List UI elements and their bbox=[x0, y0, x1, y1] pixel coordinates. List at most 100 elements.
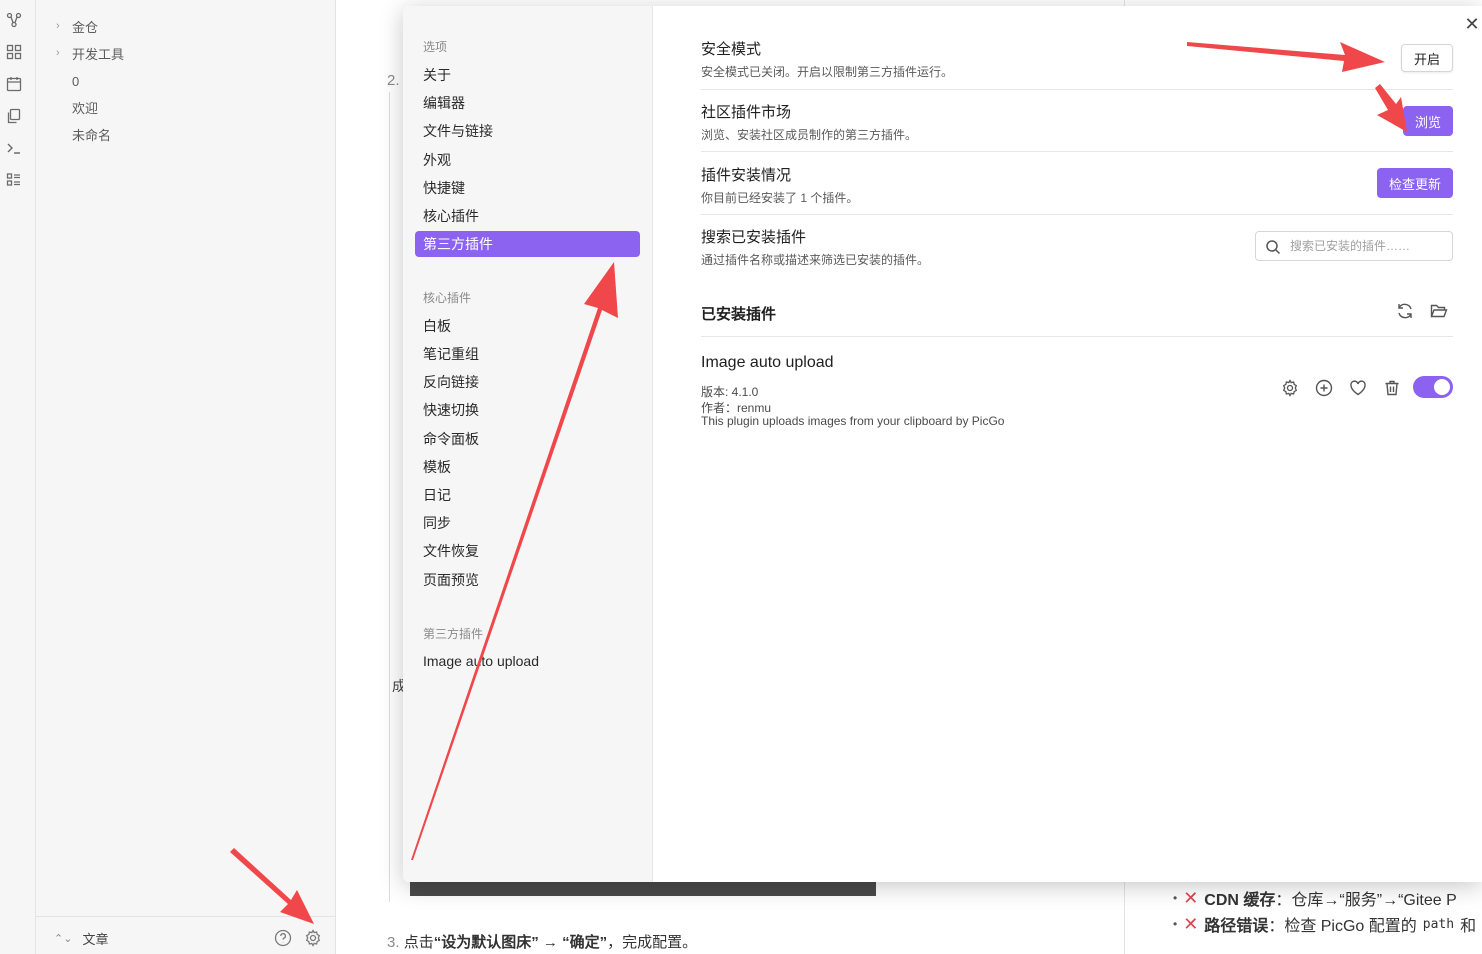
nav-item-core-plugins[interactable]: 核心插件 bbox=[423, 205, 479, 227]
nav-item-file-recovery[interactable]: 文件恢复 bbox=[423, 540, 479, 562]
text: → bbox=[538, 934, 563, 951]
list-icon[interactable] bbox=[6, 172, 22, 188]
setting-desc: 安全模式已关闭。开启以限制第三方插件运行。 bbox=[701, 65, 954, 79]
plugin-options-gear-icon[interactable] bbox=[1281, 379, 1299, 397]
list-item: • ✕ CDN 缓存 ：仓库→“服务”→“Gitee P bbox=[1173, 886, 1457, 910]
bullet: • bbox=[1173, 891, 1178, 905]
setting-name: 安全模式 bbox=[701, 41, 762, 58]
nav-item-appearance[interactable]: 外观 bbox=[423, 149, 451, 171]
left-ribbon bbox=[0, 0, 36, 954]
settings-content: 安全模式 安全模式已关闭。开启以限制第三方插件运行。 开启 社区插件市场 浏览、… bbox=[653, 6, 1482, 882]
text: 点击 bbox=[403, 934, 434, 951]
folder-open-icon[interactable] bbox=[1430, 302, 1448, 320]
explorer-footer: ⌃⌄ 文章 bbox=[36, 916, 336, 954]
setting-desc: 浏览、安装社区成员制作的第三方插件。 bbox=[701, 128, 918, 142]
chevron-right-icon: › bbox=[56, 47, 60, 59]
nav-item-daily-notes[interactable]: 日记 bbox=[423, 484, 451, 506]
search-icon bbox=[1266, 240, 1281, 255]
graph-icon[interactable] bbox=[6, 12, 22, 28]
setting-name: 插件安装情况 bbox=[701, 167, 792, 184]
bold-text: “设为默认图床” bbox=[433, 934, 539, 951]
setting-search-installed: 搜索已安装插件 通过插件名称或描述来筛选已安装的插件。 bbox=[701, 226, 1453, 276]
list-item: • ✕ 路径错误 ：检查 PicGo 配置的 path 和 bbox=[1173, 912, 1476, 936]
plugin-hotkeys-plus-icon[interactable] bbox=[1315, 379, 1333, 397]
nav-item-sync[interactable]: 同步 bbox=[423, 512, 451, 534]
tree-label: 欢迎 bbox=[72, 100, 99, 116]
setting-community-market: 社区插件市场 浏览、安装社区成员制作的第三方插件。 浏览 bbox=[701, 101, 1453, 152]
nav-item-note-composer[interactable]: 笔记重组 bbox=[423, 343, 479, 365]
canvas-icon[interactable] bbox=[6, 44, 22, 60]
cross-mark-icon: ✕ bbox=[1183, 913, 1199, 934]
plugin-description: This plugin uploads images from your cli… bbox=[701, 414, 1005, 428]
vault-switcher[interactable]: ⌃⌄ 文章 bbox=[54, 929, 108, 948]
installed-plugin-card: Image auto upload 版本: 4.1.0 作者：renmu Thi… bbox=[701, 354, 1453, 434]
tree-file[interactable]: 未命名 bbox=[72, 124, 111, 144]
text: ，完成配置。 bbox=[607, 934, 698, 951]
nav-item-backlinks[interactable]: 反向链接 bbox=[423, 371, 479, 393]
plugin-search-input[interactable] bbox=[1290, 239, 1440, 253]
plugin-version: 版本: 4.1.0 bbox=[701, 385, 759, 399]
setting-safe-mode: 安全模式 安全模式已关闭。开启以限制第三方插件运行。 开启 bbox=[701, 38, 1453, 90]
nav-item-hotkeys[interactable]: 快捷键 bbox=[423, 177, 465, 199]
nav-item-page-preview[interactable]: 页面预览 bbox=[423, 569, 479, 591]
nav-item-image-auto-upload[interactable]: Image auto upload bbox=[423, 650, 539, 672]
browse-button[interactable]: 浏览 bbox=[1402, 106, 1453, 136]
tree-label: 0 bbox=[72, 73, 80, 89]
calendar-icon[interactable] bbox=[6, 76, 22, 92]
editor-step3[interactable]: 3. 点击“设为默认图床” → “确定”，完成配置。 bbox=[387, 931, 697, 952]
image-fragment bbox=[410, 880, 876, 896]
nav-item-files-links[interactable]: 文件与链接 bbox=[423, 120, 493, 142]
chevron-right-icon: › bbox=[56, 20, 60, 32]
bold-text: 路径错误 bbox=[1204, 918, 1269, 935]
text: ：仓库→“服务”→“Gitee P bbox=[1275, 892, 1457, 909]
settings-modal: ✕ 选项 关于 编辑器 文件与链接 外观 快捷键 核心插件 第三方插件 核心插件… bbox=[403, 6, 1482, 882]
setting-desc: 通过插件名称或描述来筛选已安装的插件。 bbox=[701, 253, 930, 267]
tree-file[interactable]: 欢迎 bbox=[72, 97, 98, 117]
tree-folder[interactable]: › 金仓 bbox=[56, 16, 99, 36]
copy-icon[interactable] bbox=[6, 108, 22, 124]
safe-mode-enable-button[interactable]: 开启 bbox=[1400, 44, 1453, 72]
installed-plugins-header: 已安装插件 bbox=[701, 302, 1453, 337]
bold-text: CDN 缓存 bbox=[1204, 892, 1276, 909]
plugin-name: Image auto upload bbox=[701, 354, 834, 371]
setting-name: 社区插件市场 bbox=[701, 104, 792, 121]
setting-install-status: 插件安装情况 你目前已经安装了 1 个插件。 检查更新 bbox=[701, 164, 1453, 215]
plugin-uninstall-trash-icon[interactable] bbox=[1383, 379, 1401, 397]
nav-header-core-plugins: 核心插件 bbox=[423, 291, 472, 305]
help-icon[interactable] bbox=[274, 929, 292, 947]
chevron-updown-icon: ⌃⌄ bbox=[54, 933, 73, 945]
check-updates-button[interactable]: 检查更新 bbox=[1376, 168, 1453, 198]
plugin-enable-toggle[interactable] bbox=[1413, 376, 1453, 398]
blockquote-bar bbox=[389, 92, 390, 902]
file-explorer: › 金仓 › 开发工具 0 欢迎 未命名 ⌃⌄ 文章 bbox=[36, 0, 336, 954]
reload-icon[interactable] bbox=[1396, 302, 1414, 320]
bullet: • bbox=[1173, 917, 1178, 931]
text: ：检查 PicGo 配置的 bbox=[1268, 918, 1417, 935]
bold-text: “确定” bbox=[562, 934, 608, 951]
nav-item-about[interactable]: 关于 bbox=[423, 64, 451, 86]
nav-item-editor[interactable]: 编辑器 bbox=[423, 92, 465, 114]
settings-nav: 选项 关于 编辑器 文件与链接 外观 快捷键 核心插件 第三方插件 核心插件 白… bbox=[403, 6, 653, 882]
inline-code: path bbox=[1422, 916, 1455, 932]
plugin-donate-heart-icon[interactable] bbox=[1349, 379, 1367, 397]
tree-label: 未命名 bbox=[72, 127, 112, 143]
nav-item-templates[interactable]: 模板 bbox=[423, 456, 451, 478]
nav-item-canvas[interactable]: 白板 bbox=[423, 315, 451, 337]
nav-header-options: 选项 bbox=[423, 40, 448, 54]
list-number: 3. bbox=[387, 934, 400, 951]
nav-item-community-plugins[interactable]: 第三方插件 bbox=[415, 231, 640, 257]
list-number: 2. bbox=[387, 72, 400, 89]
section-title: 已安装插件 bbox=[701, 306, 777, 323]
tree-label: 金仓 bbox=[72, 19, 99, 35]
nav-item-quick-switcher[interactable]: 快速切换 bbox=[423, 399, 479, 421]
vault-name: 文章 bbox=[82, 932, 109, 947]
nav-item-command-palette[interactable]: 命令面板 bbox=[423, 428, 479, 450]
toggle-knob bbox=[1434, 379, 1450, 395]
tree-file[interactable]: 0 bbox=[72, 71, 79, 91]
nav-header-third-party: 第三方插件 bbox=[423, 627, 484, 641]
settings-gear-icon[interactable] bbox=[304, 929, 322, 947]
tree-folder[interactable]: › 开发工具 bbox=[56, 43, 125, 63]
text: 和 bbox=[1460, 918, 1477, 935]
tree-label: 开发工具 bbox=[72, 46, 125, 62]
terminal-icon[interactable] bbox=[6, 140, 22, 156]
